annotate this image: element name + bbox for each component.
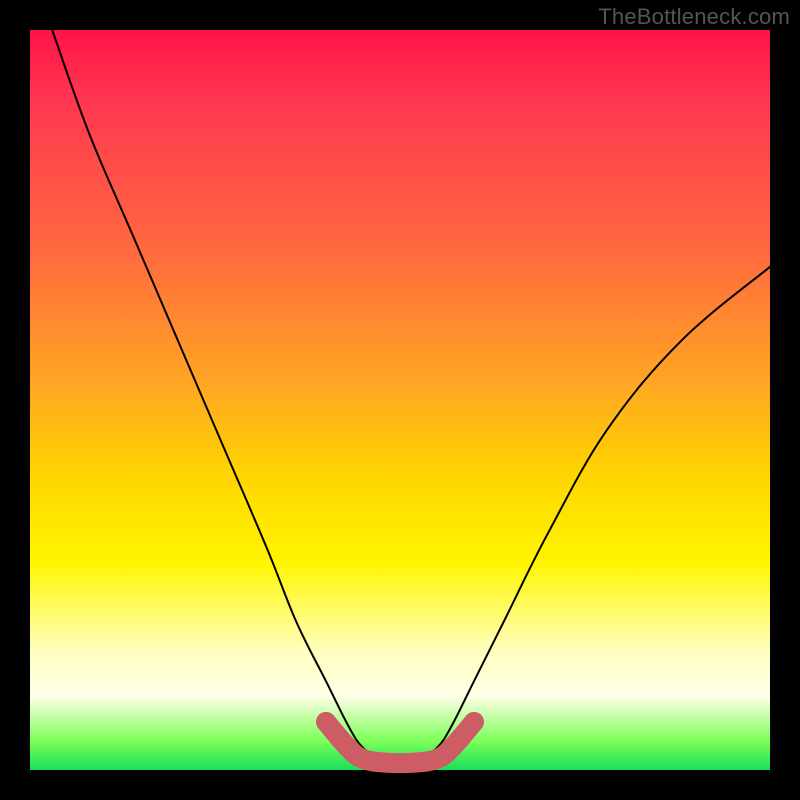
pink-band (326, 722, 474, 763)
watermark-text: TheBottleneck.com (598, 4, 790, 30)
plot-area (30, 30, 770, 770)
black-curve (52, 30, 770, 765)
curves-svg (30, 30, 770, 770)
chart-frame: TheBottleneck.com (0, 0, 800, 800)
